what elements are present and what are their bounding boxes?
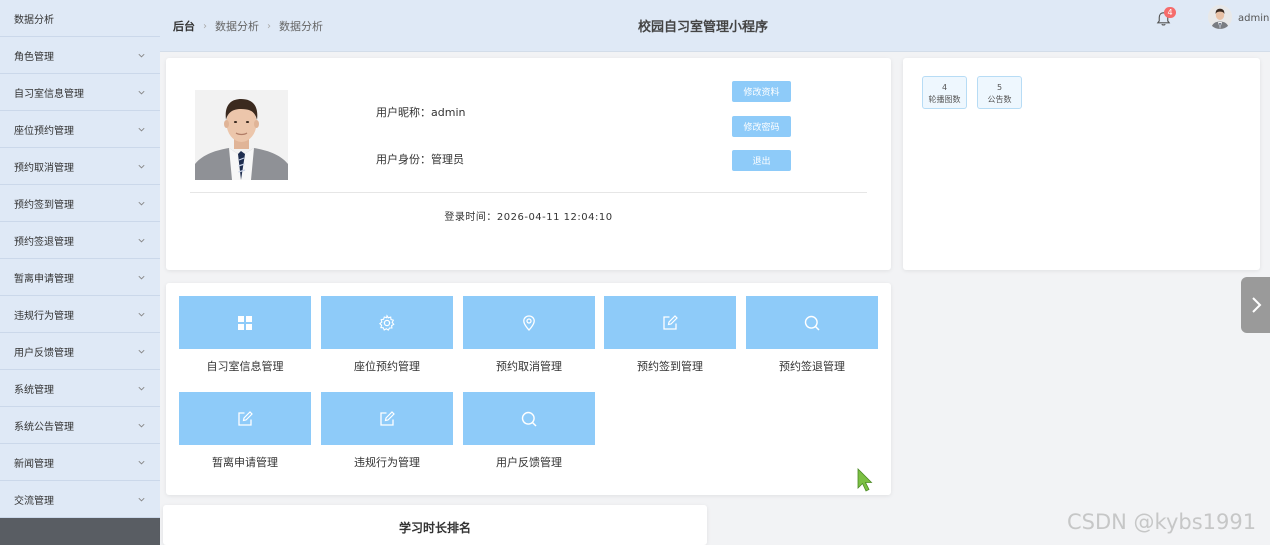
sidebar-item-roles[interactable]: 角色管理 (0, 37, 160, 74)
tile-label[interactable]: 预约取消管理 (463, 358, 595, 374)
sidebar-item-leave-request[interactable]: 暂离申请管理 (0, 259, 160, 296)
chevron-down-icon (136, 457, 146, 467)
notification-badge: 4 (1164, 7, 1176, 18)
tile-label[interactable]: 预约签到管理 (604, 358, 736, 374)
stat-label: 公告数 (987, 95, 1012, 104)
role-text: 用户身份：管理员 (376, 153, 464, 166)
sidebar-item-label: 新闻管理 (14, 458, 54, 470)
tile-study-room[interactable] (179, 296, 311, 349)
notification-bell-icon[interactable]: 4 (1155, 7, 1176, 32)
edit-icon (663, 314, 678, 330)
sidebar-item-label: 预约取消管理 (14, 162, 74, 174)
tile-label[interactable]: 违规行为管理 (321, 454, 453, 470)
tile-check-out[interactable] (746, 296, 878, 349)
gear-icon (379, 313, 395, 331)
edit-icon (238, 410, 253, 426)
sidebar-item-label: 预约签到管理 (14, 199, 74, 211)
mouse-cursor-icon (857, 468, 873, 492)
stat-label: 轮播图数 (928, 95, 961, 104)
stat-carousel-count[interactable]: 4 轮播图数 (922, 76, 967, 109)
sidebar: 数据分析 角色管理 自习室信息管理 座位预约管理 预约取消管理 预约签到管理 预… (0, 0, 160, 545)
stat-announcement-count[interactable]: 5 公告数 (977, 76, 1022, 109)
sidebar-item-check-out[interactable]: 预约签退管理 (0, 222, 160, 259)
ranking-title: 学习时长排名 (398, 521, 471, 535)
tile-check-in[interactable] (604, 296, 736, 349)
search-icon (804, 315, 820, 331)
sidebar-item-check-in[interactable]: 预约签到管理 (0, 185, 160, 222)
watermark-text: CSDN @kybs1991 (1067, 510, 1257, 534)
chevron-down-icon (136, 198, 146, 208)
study-time-ranking-card: 学习时长排名 (163, 505, 707, 545)
edit-icon (380, 410, 395, 426)
sidebar-item-seat-booking[interactable]: 座位预约管理 (0, 111, 160, 148)
sidebar-item-label: 数据分析 (14, 14, 54, 26)
chevron-down-icon (136, 309, 146, 319)
chevron-down-icon (136, 87, 146, 97)
username[interactable]: admin (1238, 13, 1269, 24)
grid-icon (238, 315, 252, 330)
sidebar-item-forum[interactable]: 交流管理 (0, 481, 160, 518)
chevron-down-icon (136, 420, 146, 430)
sidebar-item-news[interactable]: 新闻管理 (0, 444, 160, 481)
stats-card: 4 轮播图数 5 公告数 (903, 58, 1260, 270)
edit-profile-button[interactable]: 修改资料 (732, 81, 791, 102)
avatar[interactable] (1208, 5, 1232, 29)
sidebar-item-system[interactable]: 系统管理 (0, 370, 160, 407)
sidebar-item-label: 交流管理 (14, 495, 54, 507)
stat-value: 5 (996, 83, 1003, 92)
chevron-down-icon (136, 124, 146, 134)
chevron-down-icon (136, 50, 146, 60)
sidebar-item-label: 预约签退管理 (14, 236, 74, 248)
sidebar-item-label: 角色管理 (14, 51, 54, 63)
tile-leave-request[interactable] (179, 392, 311, 445)
top-header: 后台 › 数据分析 › 数据分析 校园自习室管理小程序 4 admin (160, 0, 1270, 52)
sidebar-item-label: 座位预约管理 (14, 125, 74, 137)
change-password-button[interactable]: 修改密码 (732, 116, 791, 137)
tile-label[interactable]: 暂离申请管理 (179, 454, 311, 470)
chevron-down-icon (136, 235, 146, 245)
sidebar-item-violations[interactable]: 违规行为管理 (0, 296, 160, 333)
location-pin-icon (523, 314, 535, 331)
chevron-down-icon (136, 161, 146, 171)
profile-card: 用户昵称：admin 用户身份：管理员 修改资料 修改密码 退出 登录时间：20… (166, 58, 891, 270)
expand-panel-button[interactable] (1241, 277, 1270, 333)
sidebar-item-label: 系统公告管理 (14, 421, 74, 433)
sidebar-item-data-analysis[interactable]: 数据分析 (0, 0, 160, 37)
tile-label[interactable]: 用户反馈管理 (463, 454, 595, 470)
chevron-down-icon (136, 383, 146, 393)
sidebar-item-feedback[interactable]: 用户反馈管理 (0, 333, 160, 370)
sidebar-footer (0, 518, 160, 545)
tile-label[interactable]: 座位预约管理 (321, 358, 453, 374)
sidebar-item-booking-cancel[interactable]: 预约取消管理 (0, 148, 160, 185)
search-icon (521, 411, 537, 427)
chevron-down-icon (136, 494, 146, 504)
tile-label[interactable]: 预约签退管理 (746, 358, 878, 374)
tile-feedback[interactable] (463, 392, 595, 445)
login-time-text: 登录时间：2026-04-11 12:04:10 (444, 212, 613, 223)
tile-label[interactable]: 自习室信息管理 (179, 358, 311, 374)
sidebar-item-label: 暂离申请管理 (14, 273, 74, 285)
stat-value: 4 (941, 83, 948, 92)
profile-photo (195, 90, 288, 180)
sidebar-item-label: 自习室信息管理 (14, 88, 84, 100)
chevron-right-icon (1251, 297, 1261, 313)
quick-menu-card: 自习室信息管理 座位预约管理 预约取消管理 预约签到管理 预约签退管理 暂离申请… (166, 283, 891, 495)
tile-booking-cancel[interactable] (463, 296, 595, 349)
tile-seat-booking[interactable] (321, 296, 453, 349)
nickname-text: 用户昵称：admin (376, 106, 466, 119)
sidebar-item-label: 违规行为管理 (14, 310, 74, 322)
app-title: 校园自习室管理小程序 (637, 20, 768, 35)
sidebar-item-announcements[interactable]: 系统公告管理 (0, 407, 160, 444)
logout-button[interactable]: 退出 (732, 150, 791, 171)
chevron-down-icon (136, 272, 146, 282)
chevron-down-icon (136, 346, 146, 356)
sidebar-item-label: 系统管理 (14, 384, 54, 396)
sidebar-item-label: 用户反馈管理 (14, 347, 74, 359)
tile-violations[interactable] (321, 392, 453, 445)
divider (190, 192, 867, 193)
sidebar-item-study-room[interactable]: 自习室信息管理 (0, 74, 160, 111)
